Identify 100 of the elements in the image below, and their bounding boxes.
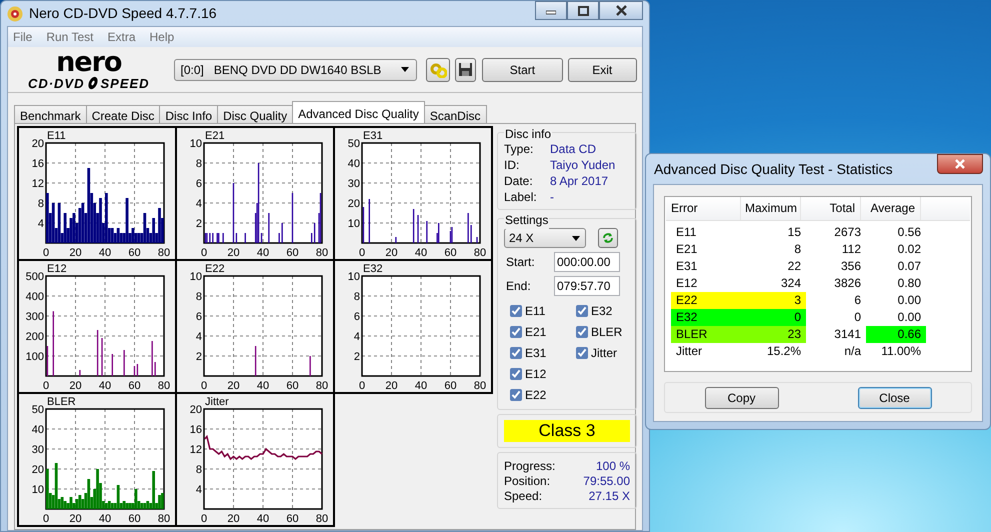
table-cell-text: n/a <box>843 343 862 360</box>
tick-label: 4 <box>196 331 202 343</box>
tick-label: 60 <box>128 380 141 392</box>
tick-label: 80 <box>316 380 328 392</box>
field-label: Type: <box>504 141 534 158</box>
tick-label: 0 <box>42 513 50 525</box>
chart-title: E12 <box>47 263 67 275</box>
tick-label: 40 <box>256 380 270 392</box>
class-result: Class 3 <box>504 420 630 442</box>
tick-label: 20 <box>227 247 240 259</box>
menu-item[interactable]: Help <box>150 28 174 46</box>
drive-dropdown[interactable]: [0:0] BENQ DVD DD DW1640 BSLB <box>174 58 418 80</box>
tick-label: 60 <box>128 247 141 259</box>
tab[interactable]: ScanDisc <box>424 105 487 123</box>
tab[interactable]: Create Disc <box>86 105 160 123</box>
table-cell-text: 15 <box>786 224 802 241</box>
menu-item[interactable]: File <box>13 28 32 46</box>
tick-label: 20 <box>190 404 202 416</box>
tick-label: 50 <box>348 138 360 150</box>
chart-title: E11 <box>47 130 66 142</box>
table-cell-text: Jitter <box>675 343 704 360</box>
table-cell-text: E21 <box>675 241 698 258</box>
tick-label: 0 <box>358 380 366 392</box>
tick-label: 200 <box>26 331 44 343</box>
tick-label: 80 <box>158 380 170 392</box>
table-cell: BLER <box>671 326 746 343</box>
field-value: - <box>550 189 554 206</box>
window-title: Nero CD-DVD Speed 4.7.7.16 <box>29 4 217 23</box>
field-label: Start: <box>506 254 536 271</box>
table-cell-text: 112 <box>840 241 862 258</box>
checkbox-label: E11 <box>525 302 546 320</box>
tab[interactable]: Advanced Disc Quality <box>292 101 425 123</box>
tick-label: 50 <box>32 404 44 416</box>
tick-label: 0 <box>200 380 208 392</box>
tick-label: 40 <box>414 380 428 392</box>
table-cell: 3 <box>746 292 806 309</box>
start-button[interactable]: Start <box>482 58 563 82</box>
tick-label: 40 <box>32 424 44 436</box>
tick-label: 80 <box>316 513 328 525</box>
table-cell-text: 15.2% <box>766 343 802 360</box>
field-value: Data CD <box>550 141 596 158</box>
tick-label: 40 <box>348 158 360 170</box>
tab[interactable]: Benchmark <box>14 105 87 123</box>
field-label: ID: <box>504 157 520 174</box>
tick-label: 20 <box>69 380 82 392</box>
chart-title: E32 <box>363 263 383 275</box>
tab[interactable]: Disc Info <box>159 105 218 123</box>
checkbox-label: E32 <box>591 302 612 320</box>
table-cell-text: 356 <box>840 258 862 275</box>
table-cell-text: 8 <box>793 241 802 258</box>
checkbox-label: E12 <box>525 366 546 382</box>
tick-label: 2 <box>196 351 202 363</box>
table-cell: 0.66 <box>866 326 926 343</box>
field-value: 79:55.00 <box>583 474 630 489</box>
tick-label: 40 <box>256 513 270 525</box>
tick-label: 60 <box>444 247 457 259</box>
logo-text: CD·DVD <box>28 76 84 90</box>
tick-label: 8 <box>196 464 202 476</box>
tick-label: 80 <box>474 247 486 259</box>
menu-item[interactable]: Run Test <box>46 28 94 46</box>
tick-label: 60 <box>286 247 299 259</box>
table-cell-text: 3141 <box>833 326 862 343</box>
table-cell-text: 2673 <box>833 224 862 241</box>
tick-label: 40 <box>414 247 428 259</box>
time-field[interactable]: 079:57.70 <box>554 276 620 296</box>
table-cell-text: 0.07 <box>896 258 922 275</box>
tick-label: 10 <box>348 271 360 283</box>
chart-title: E22 <box>205 263 225 275</box>
tick-label: 6 <box>196 178 202 190</box>
time-field[interactable]: 000:00.00 <box>554 252 620 272</box>
tick-label: 40 <box>98 513 112 525</box>
logo-text: SPEED <box>100 76 150 90</box>
copy-button[interactable]: Copy <box>704 386 778 408</box>
dialog-title: Advanced Disc Quality Test - Statistics <box>654 160 893 179</box>
field-value: Taiyo Yuden <box>550 157 616 174</box>
field-label: Position: <box>504 474 550 489</box>
tick-label: 0 <box>358 247 366 259</box>
tick-label: 20 <box>32 464 44 476</box>
checkbox-label: Jitter <box>591 344 618 362</box>
table-cell-text: 6 <box>853 292 862 309</box>
tick-label: 16 <box>190 424 202 436</box>
tick-label: 80 <box>316 247 328 259</box>
tick-label: 20 <box>69 513 82 525</box>
table-cell: E22 <box>671 292 746 309</box>
table-cell-text: 11.00% <box>880 343 922 360</box>
chart-title: E31 <box>363 130 383 142</box>
tick-label: 20 <box>69 247 82 259</box>
tick-label: 20 <box>227 513 240 525</box>
tick-label: 40 <box>98 247 112 259</box>
tick-label: 20 <box>385 380 398 392</box>
tick-label: 10 <box>32 484 44 496</box>
exit-button[interactable]: Exit <box>568 58 637 82</box>
tab[interactable]: Disc Quality <box>217 105 294 123</box>
tick-label: 4 <box>196 484 202 496</box>
tick-label: 60 <box>286 380 299 392</box>
tick-label: 80 <box>158 247 170 259</box>
column-header: Average <box>861 197 921 220</box>
speed-dropdown[interactable]: 24 X <box>504 228 586 248</box>
close-button[interactable]: Close <box>858 386 932 408</box>
menu-item[interactable]: Extra <box>107 28 136 46</box>
